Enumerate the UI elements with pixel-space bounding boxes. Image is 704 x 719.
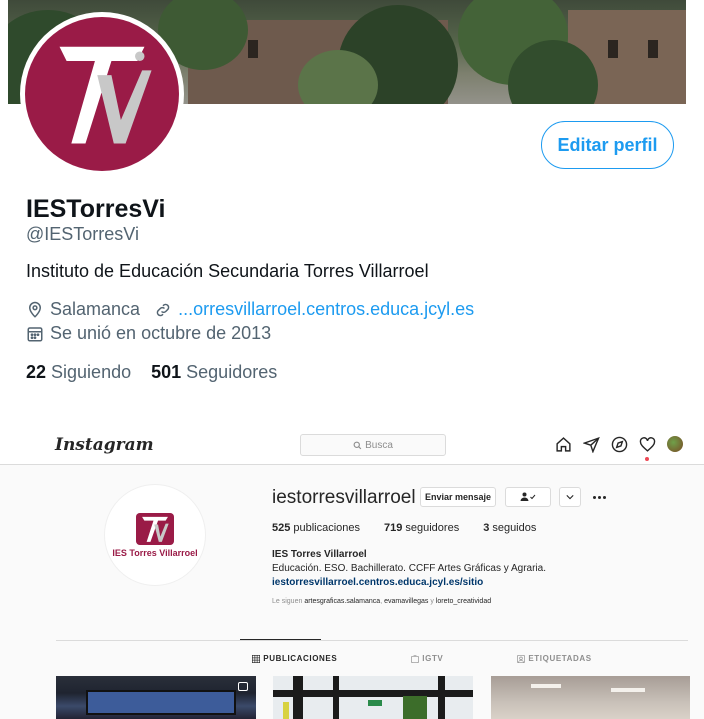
instagram-bio: Educación. ESO. Bachillerato. CCFF Artes… xyxy=(272,563,546,574)
school-logo-icon xyxy=(59,46,152,144)
instagram-avatar[interactable]: IES Torres Villarroel xyxy=(104,484,206,586)
link-icon xyxy=(154,301,172,319)
edit-profile-button[interactable]: Editar perfil xyxy=(541,121,674,169)
heart-icon[interactable] xyxy=(638,435,656,461)
grid-icon xyxy=(252,654,261,663)
search-input[interactable]: Busca xyxy=(300,434,446,456)
profile-name: IESTorresVi xyxy=(26,195,166,223)
post-thumbnail[interactable] xyxy=(56,676,256,719)
instagram-username: iestorresvillarroel xyxy=(272,487,416,508)
notification-dot xyxy=(645,457,649,461)
following-link[interactable]: 3 seguidos xyxy=(483,522,536,534)
instagram-full-name: IES Torres Villarroel xyxy=(272,549,367,560)
avatar-caption: IES Torres Villarroel xyxy=(112,547,198,558)
follow-status-button[interactable] xyxy=(505,487,551,507)
followers-label: Seguidores xyxy=(186,362,278,382)
direct-icon[interactable] xyxy=(582,435,600,453)
posts-grid xyxy=(0,676,704,719)
followers-link[interactable]: 719 seguidores xyxy=(384,522,459,534)
profile-avatar[interactable] xyxy=(20,12,184,176)
profile-location: Salamanca xyxy=(50,299,141,319)
suggestions-dropdown-button[interactable] xyxy=(559,487,581,507)
search-icon xyxy=(353,441,362,449)
search-placeholder: Busca xyxy=(365,439,393,451)
instagram-top-bar: Instagram Busca xyxy=(0,425,704,465)
following-link[interactable]: 22 Siguiendo xyxy=(26,362,131,383)
explore-icon[interactable] xyxy=(610,435,628,453)
chevron-down-icon xyxy=(566,495,574,500)
profile-website-link[interactable]: ...orresvillarroel.centros.educa.jcyl.es xyxy=(178,299,474,320)
profile-meta-location-link: Salamanca ...orresvillarroel.centros.edu… xyxy=(26,299,474,320)
tab-etiquetadas[interactable]: ETIQUETADAS xyxy=(517,654,591,663)
calendar-icon xyxy=(26,325,44,343)
instagram-stats: 525 publicaciones 719 seguidores 3 seguidos xyxy=(272,522,536,534)
school-logo-icon xyxy=(136,512,174,545)
profile-avatar-small[interactable] xyxy=(666,435,684,453)
profile-handle: @IESTorresVi xyxy=(26,224,139,244)
tabs-divider xyxy=(56,640,688,641)
home-icon[interactable] xyxy=(554,435,572,453)
tab-igtv[interactable]: IGTV xyxy=(411,654,443,663)
active-tab-indicator xyxy=(240,639,321,640)
profile-follow-counts: 22 Siguiendo 501 Seguidores xyxy=(26,362,277,383)
instagram-nav xyxy=(554,435,684,461)
profile-joined-date: Se unió en octubre de 2013 xyxy=(50,323,272,343)
location-pin-icon xyxy=(26,301,44,319)
tab-publicaciones[interactable]: PUBLICACIONES xyxy=(252,654,337,663)
following-label: Siguiendo xyxy=(51,362,132,382)
send-message-button[interactable]: Enviar mensaje xyxy=(420,487,496,507)
followers-count: 501 xyxy=(151,362,182,382)
post-thumbnail[interactable] xyxy=(491,676,690,719)
instagram-profile: Instagram Busca IES Torres Villarroel ie… xyxy=(0,425,704,719)
person-check-icon xyxy=(520,492,536,501)
profile-meta-joined: Se unió en octubre de 2013 xyxy=(26,323,271,344)
multiple-photos-icon xyxy=(238,682,248,691)
tagged-icon xyxy=(517,654,526,663)
igtv-icon xyxy=(411,654,420,663)
options-more-icon[interactable] xyxy=(593,487,606,507)
twitter-profile: Editar perfil IESTorresVi @IESTorresVi I… xyxy=(0,0,704,392)
following-count: 22 xyxy=(26,362,47,382)
post-thumbnail[interactable] xyxy=(273,676,473,719)
profile-bio: Instituto de Educación Secundaria Torres… xyxy=(26,261,429,281)
posts-count: 525 publicaciones xyxy=(272,522,361,534)
instagram-logo[interactable]: Instagram xyxy=(55,435,154,455)
profile-tabs: PUBLICACIONES IGTV ETIQUETADAS xyxy=(0,654,704,663)
followed-by-text[interactable]: Le siguen artesgraficas.salamanca, evama… xyxy=(272,598,491,605)
instagram-website-link[interactable]: iestorresvillarroel.centros.educa.jcyl.e… xyxy=(272,577,483,588)
followers-link[interactable]: 501 Seguidores xyxy=(151,362,277,383)
